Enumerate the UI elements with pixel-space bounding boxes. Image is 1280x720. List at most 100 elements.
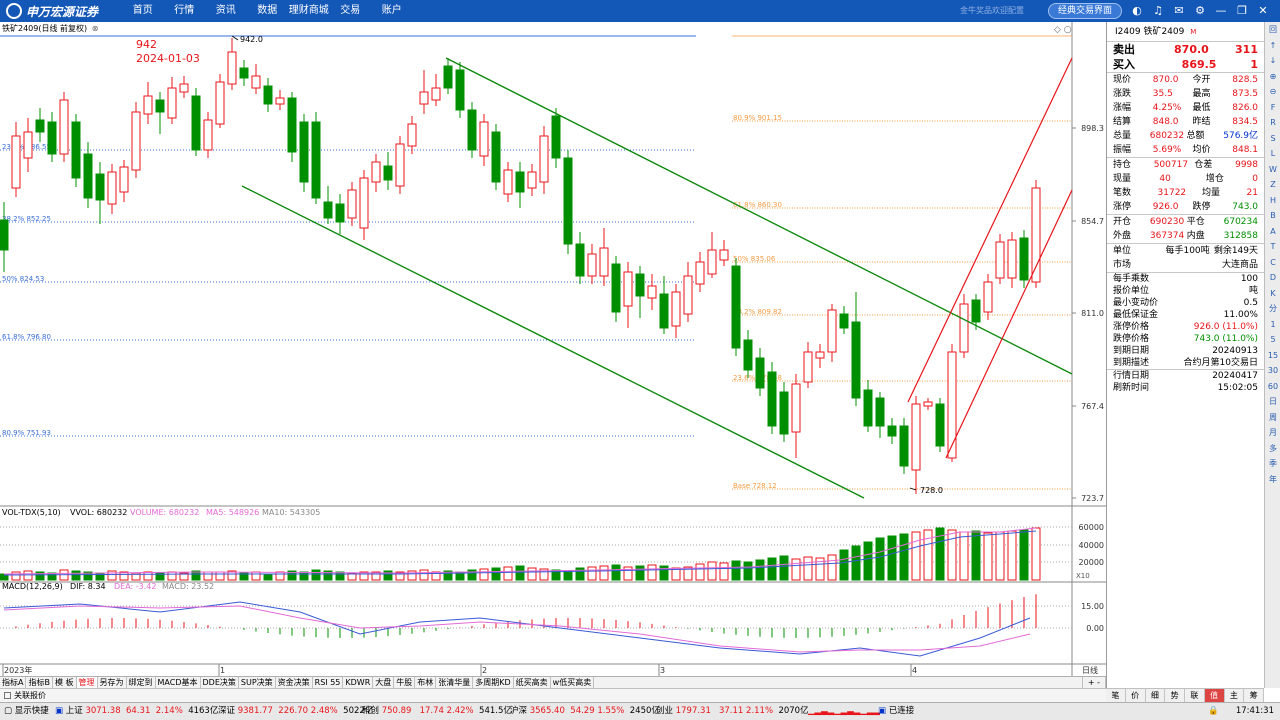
side-tool-9-icon[interactable]: W [1265, 162, 1280, 178]
macd-name: MACD(12,26,9) [2, 582, 63, 591]
indicator-tab-11[interactable]: KDWR [343, 677, 374, 688]
indicator-tab-2[interactable]: 模 板 [53, 677, 77, 688]
sh-index[interactable]: ▣ 上证 3071.38 64.31 2.14% 4163亿 [55, 703, 218, 720]
quote-tab-1[interactable]: 价 [1126, 689, 1146, 702]
volume-bar [947, 529, 957, 581]
side-tool-14-icon[interactable]: T [1265, 239, 1280, 255]
side-tool-20-icon[interactable]: 5 [1265, 332, 1280, 348]
sell-row[interactable]: 卖出 870.0 311 [1107, 42, 1264, 57]
side-tool-8-icon[interactable]: L [1265, 146, 1280, 162]
tab-add-remove-buttons[interactable]: + - [1082, 677, 1106, 688]
mail-icon[interactable]: ✉ [1172, 3, 1186, 19]
connection-status[interactable]: ▣ 已连接 [878, 703, 914, 720]
menu-quotes[interactable]: 行情 [164, 0, 206, 22]
quote-tab-6[interactable]: 主 [1225, 689, 1245, 702]
quote-tab-7[interactable]: 筹 [1244, 689, 1264, 702]
indicator-tab-4[interactable]: 另存为 [98, 677, 127, 688]
menu-trade[interactable]: 交易 [330, 0, 372, 22]
index-status-bar: ▢ 显示快捷 ▣ 上证 3071.38 64.31 2.14% 4163亿 深证… [0, 702, 1280, 720]
indicator-tab-17[interactable]: 纸买高卖 [514, 677, 551, 688]
side-tool-23-icon[interactable]: 60 [1265, 379, 1280, 395]
collapse-box-icon[interactable] [4, 692, 11, 699]
indicator-tab-18[interactable]: w低买高卖 [551, 677, 595, 688]
indicator-tab-6[interactable]: MACD基本 [156, 677, 201, 688]
indicator-tab-5[interactable]: 绑定到 [127, 677, 156, 688]
side-tool-3-icon[interactable]: ⊕ [1265, 69, 1280, 85]
side-tool-1-icon[interactable]: ↑ [1265, 38, 1280, 54]
show-speed-toggle[interactable]: ▢ 显示快捷 [4, 703, 49, 720]
indicator-tab-1[interactable]: 指标B [26, 677, 53, 688]
volume-bar [263, 573, 273, 581]
stat-row-b-0: 持仓 500717 仓差 9998 [1107, 158, 1264, 172]
sz-index[interactable]: 深证 9381.77 226.70 2.48% 5022亿 [218, 703, 373, 720]
hs-index[interactable]: 沪深 3565.40 54.29 1.55% 2450亿 [510, 703, 660, 720]
side-tool-27-icon[interactable]: 多 [1265, 441, 1280, 457]
chart-title-close-icon[interactable]: ⊗ [92, 24, 99, 33]
headset-icon[interactable]: ♫ [1151, 3, 1165, 19]
side-tool-17-icon[interactable]: K [1265, 286, 1280, 302]
menu-account[interactable]: 账户 [371, 0, 413, 22]
indicator-tab-0[interactable]: 指标A [0, 677, 27, 688]
close-icon[interactable]: ✕ [1256, 3, 1270, 19]
lock-icon[interactable]: 🔒 [1208, 703, 1219, 720]
refresh-label: 刷新时间 [1113, 383, 1150, 393]
side-tool-11-icon[interactable]: H [1265, 193, 1280, 209]
kline-chart-svg[interactable]: 898.3854.7811.0767.4723.723.6% 886.5538.… [0, 22, 1106, 676]
side-tool-15-icon[interactable]: C [1265, 255, 1280, 271]
promo-text[interactable]: 金牛奖品欢迎配置 [960, 0, 1024, 22]
side-tool-0-icon[interactable]: 回 [1265, 22, 1280, 38]
side-tool-25-icon[interactable]: 周 [1265, 410, 1280, 426]
side-tool-22-icon[interactable]: 30 [1265, 363, 1280, 379]
side-tool-24-icon[interactable]: 日 [1265, 394, 1280, 410]
side-tool-28-icon[interactable]: 季 [1265, 456, 1280, 472]
indicator-tab-16[interactable]: 多周期KD [473, 677, 514, 688]
indicator-tab-8[interactable]: SUP决策 [239, 677, 276, 688]
quote-tab-4[interactable]: 联 [1185, 689, 1205, 702]
channel-upper-red [907, 57, 1073, 403]
menu-news[interactable]: 资讯 [205, 0, 247, 22]
quote-tab-2[interactable]: 细 [1146, 689, 1166, 702]
indicator-tab-3[interactable]: 管理 [76, 677, 98, 688]
cy-index[interactable]: 创业 1797.31 37.11 2.11% 2070亿 [656, 703, 809, 720]
vol-volume: VOLUME: 680232 [130, 508, 199, 517]
side-tool-4-icon[interactable]: ⊖ [1265, 84, 1280, 100]
menu-data[interactable]: 数据 [247, 0, 289, 22]
classic-trade-button[interactable]: 经典交易界面 [1048, 3, 1122, 19]
side-tool-13-icon[interactable]: A [1265, 224, 1280, 240]
associated-quote-bar[interactable]: 关联报价 [0, 688, 1106, 702]
date-axis-unit: 日线 [1082, 665, 1098, 675]
side-tool-29-icon[interactable]: 年 [1265, 472, 1280, 488]
skin-icon[interactable]: ◐ [1130, 3, 1144, 19]
menu-wealth-mall[interactable]: 理财商城 [288, 0, 330, 22]
side-tool-10-icon[interactable]: Z [1265, 177, 1280, 193]
side-tool-2-icon[interactable]: ↓ [1265, 53, 1280, 69]
quote-tab-0[interactable]: 笔 [1106, 689, 1126, 702]
indicator-tab-13[interactable]: 牛股 [394, 677, 416, 688]
kline-chart-area[interactable]: 898.3854.7811.0767.4723.723.6% 886.5538.… [0, 22, 1106, 688]
restore-icon[interactable]: ❐ [1235, 3, 1249, 19]
side-tool-12-icon[interactable]: B [1265, 208, 1280, 224]
quote-tab-5[interactable]: 值 [1204, 689, 1225, 702]
quote-tab-3[interactable]: 势 [1165, 689, 1185, 702]
side-tool-16-icon[interactable]: D [1265, 270, 1280, 286]
buy-row[interactable]: 买入 869.5 1 [1107, 57, 1264, 72]
volume-bar [23, 570, 33, 581]
side-tool-21-icon[interactable]: 15 [1265, 348, 1280, 364]
side-tool-7-icon[interactable]: S [1265, 131, 1280, 147]
indicator-tab-12[interactable]: 大盘 [373, 677, 395, 688]
side-tool-18-icon[interactable]: 分 [1265, 301, 1280, 317]
side-tool-26-icon[interactable]: 月 [1265, 425, 1280, 441]
indicator-tab-15[interactable]: 张清华量 [436, 677, 474, 688]
indicator-tab-9[interactable]: 资金决策 [276, 677, 313, 688]
vol-ma10: MA10: 543305 [262, 508, 320, 517]
side-tool-19-icon[interactable]: 1 [1265, 317, 1280, 333]
indicator-tab-14[interactable]: 布林 [415, 677, 437, 688]
indicator-tab-7[interactable]: DDE决策 [201, 677, 239, 688]
settings-icon[interactable]: ⚙ [1193, 3, 1207, 19]
indicator-tab-10[interactable]: RSI 55 [313, 677, 344, 688]
side-tool-6-icon[interactable]: R [1265, 115, 1280, 131]
kc-index[interactable]: 科创 750.89 17.74 2.42% 541.5亿 [362, 703, 512, 720]
side-tool-5-icon[interactable]: F [1265, 100, 1280, 116]
minimize-icon[interactable]: — [1214, 3, 1228, 19]
menu-home[interactable]: 首页 [122, 0, 164, 22]
